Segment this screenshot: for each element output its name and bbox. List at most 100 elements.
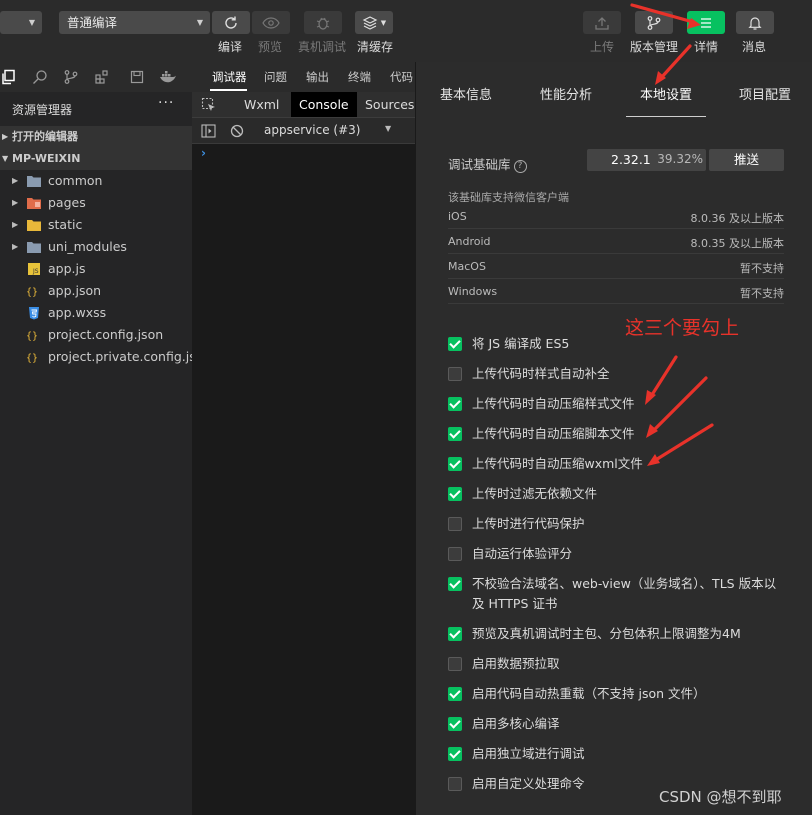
option-row[interactable]: 启用独立域进行调试: [448, 744, 788, 764]
checkbox-unchecked[interactable]: [448, 777, 462, 791]
search-icon[interactable]: [31, 68, 49, 86]
js-file-icon: JS: [28, 263, 40, 275]
tree-item-app-json[interactable]: {} app.json: [0, 280, 192, 302]
more-icon[interactable]: ···: [158, 95, 174, 111]
refresh-icon: [225, 16, 237, 29]
option-label: 启用独立域进行调试: [472, 746, 585, 761]
checkbox-checked[interactable]: [448, 397, 462, 411]
prompt-chevron-icon: ›: [201, 146, 206, 160]
tab-wxml[interactable]: Wxml: [236, 92, 287, 117]
tree-item-static[interactable]: ▶ static: [0, 214, 192, 236]
tab-performance[interactable]: 性能分析: [540, 84, 592, 103]
checkbox-checked[interactable]: [448, 457, 462, 471]
option-label: 上传代码时自动压缩样式文件: [472, 396, 635, 411]
inspect-icon[interactable]: [201, 97, 217, 113]
messages-label: 消息: [742, 40, 767, 54]
extensions-icon[interactable]: [93, 68, 111, 86]
option-row[interactable]: 上传时过滤无依赖文件: [448, 484, 788, 504]
option-row[interactable]: 启用数据预拉取: [448, 654, 788, 674]
open-editors-section[interactable]: ▶ 打开的编辑器: [0, 126, 192, 148]
checkbox-checked[interactable]: [448, 487, 462, 501]
checkbox-unchecked[interactable]: [448, 657, 462, 671]
version-control-button[interactable]: [635, 11, 673, 34]
upload-button[interactable]: [583, 11, 621, 34]
chevron-down-icon: ▼: [380, 18, 387, 27]
clear-console-icon[interactable]: [230, 124, 244, 138]
tab-output[interactable]: 输出: [306, 69, 329, 85]
tab-debugger[interactable]: 调试器: [212, 69, 247, 85]
console-output[interactable]: ›: [192, 144, 415, 815]
push-button[interactable]: 推送: [709, 149, 784, 171]
option-label: 上传代码时自动压缩wxml文件: [472, 456, 643, 471]
watermark: CSDN @想不到耶: [659, 788, 782, 806]
json-file-icon: {}: [26, 353, 38, 364]
tab-code[interactable]: 代码: [390, 69, 413, 85]
context-selector[interactable]: appservice (#3): [264, 123, 360, 137]
help-icon[interactable]: ?: [513, 160, 527, 173]
checkbox-checked[interactable]: [448, 337, 462, 351]
checkbox-unchecked[interactable]: [448, 547, 462, 561]
option-row[interactable]: 上传代码时样式自动补全: [448, 364, 788, 384]
checkbox-checked[interactable]: [448, 717, 462, 731]
checkbox-unchecked[interactable]: [448, 517, 462, 531]
remote-debug-label: 真机调试: [298, 40, 347, 54]
clear-cache-button[interactable]: ▼: [355, 11, 393, 34]
save-icon[interactable]: [128, 68, 146, 86]
devtools-tabbar: Wxml Console Sources: [192, 92, 415, 118]
upload-label: 上传: [590, 40, 615, 54]
json-file-icon: {}: [26, 287, 38, 298]
chevron-right-icon: ▶: [12, 176, 19, 185]
tree-item-project-private-config[interactable]: {} project.private.config.js...: [0, 346, 208, 368]
tree-item-pages[interactable]: ▶ pages: [0, 192, 192, 214]
option-row[interactable]: 启用代码自动热重载（不支持 json 文件）: [448, 684, 788, 704]
option-label: 上传代码时样式自动补全: [472, 366, 610, 381]
project-section[interactable]: ▼ MP-WEIXIN: [0, 148, 192, 170]
source-control-icon[interactable]: [62, 68, 80, 86]
base-library-select[interactable]: 2.32.1 39.32%: [587, 149, 706, 171]
chevron-right-icon: ▶: [12, 220, 19, 229]
details-button[interactable]: [687, 11, 725, 34]
explorer-icon[interactable]: [0, 68, 18, 86]
tree-item-app-js[interactable]: JS app.js: [0, 258, 192, 280]
annotation-text: 这三个要勾上: [625, 317, 740, 339]
tab-console[interactable]: Console: [291, 92, 357, 117]
tree-item-common[interactable]: ▶ common: [0, 170, 192, 192]
option-row[interactable]: 预览及真机调试时主包、分包体积上限调整为4M: [448, 624, 788, 644]
compile-mode-dropdown[interactable]: 普通编译 ▼: [59, 11, 210, 34]
layers-icon: [362, 15, 378, 30]
mode-dropdown[interactable]: ▼: [0, 11, 42, 34]
option-row[interactable]: 不校验合法域名、web-view（业务域名）、TLS 版本以及 HTTPS 证书: [448, 574, 788, 614]
remote-debug-button[interactable]: [304, 11, 342, 34]
compile-button[interactable]: [212, 11, 250, 34]
checkbox-checked[interactable]: [448, 427, 462, 441]
preview-button[interactable]: [252, 11, 290, 34]
tab-problems[interactable]: 问题: [264, 69, 287, 85]
tab-sources[interactable]: Sources: [357, 92, 422, 117]
option-label: 启用代码自动热重载（不支持 json 文件）: [472, 686, 706, 701]
tab-local-settings[interactable]: 本地设置: [640, 84, 692, 103]
tree-item-uni-modules[interactable]: ▶ uni_modules: [0, 236, 192, 258]
tab-terminal[interactable]: 终端: [348, 69, 371, 85]
checkbox-checked[interactable]: [448, 627, 462, 641]
option-row[interactable]: 上传代码时自动压缩脚本文件: [448, 424, 788, 444]
tab-basic-info[interactable]: 基本信息: [440, 84, 492, 103]
option-row[interactable]: 启用多核心编译: [448, 714, 788, 734]
svg-text:JS: JS: [32, 268, 39, 275]
messages-button[interactable]: [736, 11, 774, 34]
option-label: 自动运行体验评分: [472, 546, 573, 561]
option-row[interactable]: 自动运行体验评分: [448, 544, 788, 564]
bell-icon: [748, 16, 762, 30]
docker-icon[interactable]: [159, 68, 177, 86]
tree-item-app-wxss[interactable]: app.wxss: [0, 302, 192, 324]
checkbox-checked[interactable]: [448, 687, 462, 701]
checkbox-checked[interactable]: [448, 577, 462, 591]
option-row[interactable]: 上传代码时自动压缩wxml文件: [448, 454, 788, 474]
option-row[interactable]: 上传时进行代码保护: [448, 514, 788, 534]
chevron-down-icon[interactable]: ▼: [385, 124, 391, 133]
checkbox-checked[interactable]: [448, 747, 462, 761]
tab-project-config[interactable]: 项目配置: [739, 84, 791, 103]
option-row[interactable]: 上传代码时自动压缩样式文件: [448, 394, 788, 414]
sidebar-toggle-icon[interactable]: [201, 124, 216, 138]
checkbox-unchecked[interactable]: [448, 367, 462, 381]
tree-item-project-config[interactable]: {} project.config.json: [0, 324, 192, 346]
